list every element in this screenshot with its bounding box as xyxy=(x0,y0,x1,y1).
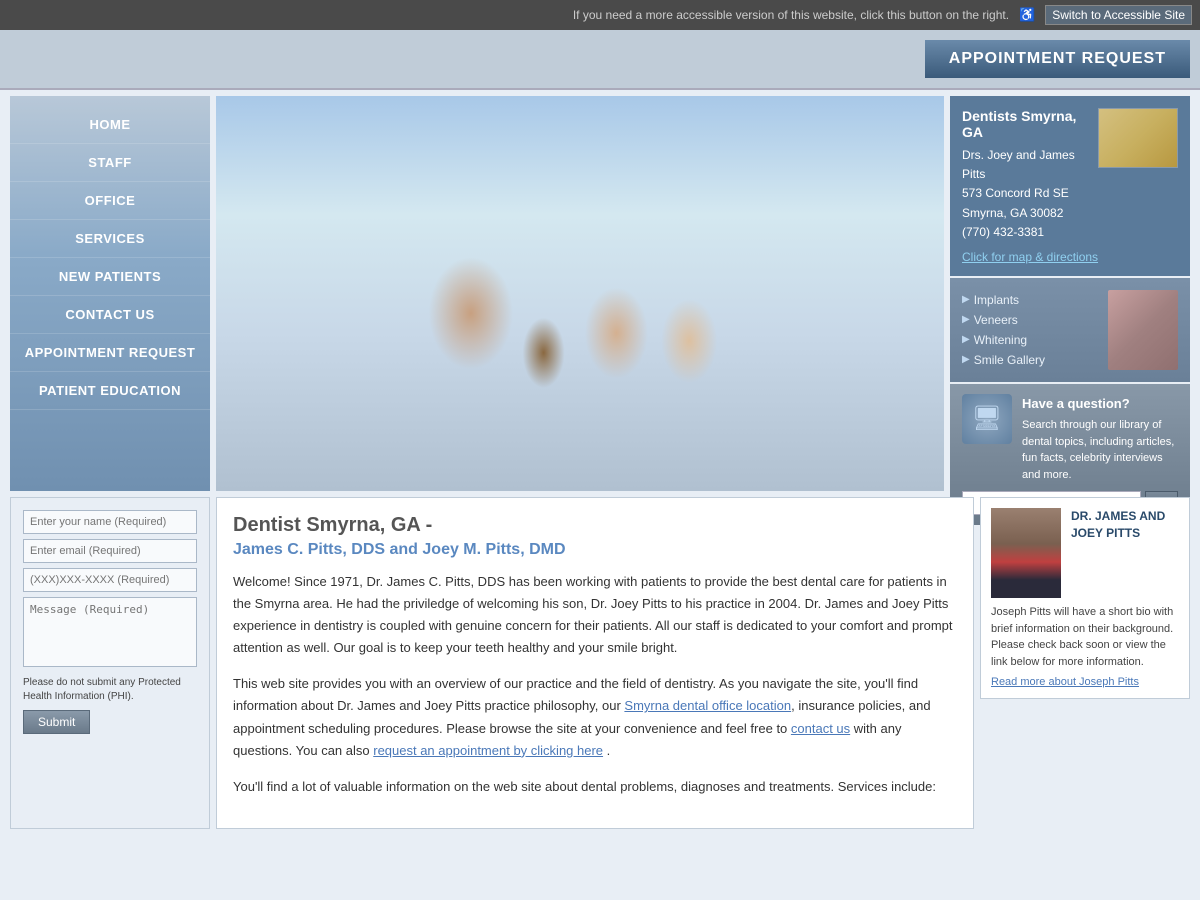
arrow-icon: ▶ xyxy=(962,314,970,325)
top-section: HOME STAFF OFFICE SERVICES NEW PATIENTS … xyxy=(10,96,1190,491)
service-label: Whitening xyxy=(974,333,1027,347)
hero-area xyxy=(216,96,944,491)
service-item-whitening[interactable]: ▶ Whitening xyxy=(962,330,1100,350)
monitor-icon: 🖥 xyxy=(962,394,1012,444)
name-input[interactable] xyxy=(23,510,197,534)
map-thumbnail xyxy=(1098,108,1178,168)
office-info: Dentists Smyrna, GA Drs. Joey and James … xyxy=(950,96,1190,276)
sidebar-item-services[interactable]: SERVICES xyxy=(10,220,210,258)
contact-form: Please do not submit any Protected Healt… xyxy=(10,497,210,829)
submit-button[interactable]: Submit xyxy=(23,710,90,734)
header: APPOINTMENT REQUEST xyxy=(0,30,1200,90)
sidebar-item-contact-us[interactable]: CONTACT US xyxy=(10,296,210,334)
bottom-section: Please do not submit any Protected Healt… xyxy=(10,497,1190,829)
email-input[interactable] xyxy=(23,539,197,563)
service-item-veneers[interactable]: ▶ Veneers xyxy=(962,310,1100,330)
service-label: Veneers xyxy=(974,313,1018,327)
phone-input[interactable] xyxy=(23,568,197,592)
phi-notice: Please do not submit any Protected Healt… xyxy=(23,676,197,704)
para2-end: . xyxy=(603,743,610,758)
sidebar-item-appt-request[interactable]: APPOINTMENT REQUEST xyxy=(10,334,210,372)
office-phone: (770) 432-3381 xyxy=(962,223,1178,242)
office-address1: 573 Concord Rd SE xyxy=(962,184,1178,203)
accessibility-bar: If you need a more accessible version of… xyxy=(0,0,1200,30)
right-panel: Dentists Smyrna, GA Drs. Joey and James … xyxy=(950,96,1190,491)
arrow-icon: ▶ xyxy=(962,354,970,365)
search-heading: Have a question? xyxy=(1022,394,1178,414)
message-input[interactable] xyxy=(23,597,197,667)
content-para-3: You'll find a lot of valuable informatio… xyxy=(233,776,957,798)
main-subtitle: James C. Pitts, DDS and Joey M. Pitts, D… xyxy=(233,541,957,559)
office-address2: Smyrna, GA 30082 xyxy=(962,204,1178,223)
arrow-icon: ▶ xyxy=(962,334,970,345)
sidebar-item-new-patients[interactable]: NEW PATIENTS xyxy=(10,258,210,296)
search-container: 🖥 Have a question? Search through our li… xyxy=(962,394,1178,484)
doctor-bio: Joseph Pitts will have a short bio with … xyxy=(991,604,1179,670)
services-panel: ▶ Implants ▶ Veneers ▶ Whitening ▶ Smile… xyxy=(950,278,1190,382)
doctor-photo xyxy=(991,508,1061,598)
content-para-1: Welcome! Since 1971, Dr. James C. Pitts,… xyxy=(233,571,957,659)
search-description: Search through our library of dental top… xyxy=(1022,419,1174,481)
content-para-2: This web site provides you with an overv… xyxy=(233,673,957,761)
main-container: HOME STAFF OFFICE SERVICES NEW PATIENTS … xyxy=(0,90,1200,829)
arrow-icon: ▶ xyxy=(962,294,970,305)
sidebar-item-home[interactable]: HOME xyxy=(10,106,210,144)
service-label: Implants xyxy=(974,293,1019,307)
main-title: Dentist Smyrna, GA - xyxy=(233,514,957,537)
doctor-sidebar: DR. JAMES AND JOEY PITTS Joseph Pitts wi… xyxy=(980,497,1190,829)
appointment-request-button-header[interactable]: APPOINTMENT REQUEST xyxy=(925,40,1190,78)
wheelchair-icon: ♿ xyxy=(1019,7,1035,23)
request-appt-link[interactable]: request an appointment by clicking here xyxy=(373,743,603,758)
doctor-card: DR. JAMES AND JOEY PITTS Joseph Pitts wi… xyxy=(980,497,1190,699)
read-more-link[interactable]: Read more about Joseph Pitts xyxy=(991,676,1179,688)
service-item-smile-gallery[interactable]: ▶ Smile Gallery xyxy=(962,350,1100,370)
sidebar-item-staff[interactable]: STAFF xyxy=(10,144,210,182)
services-photo xyxy=(1108,290,1178,370)
smyrna-office-link[interactable]: Smyrna dental office location xyxy=(624,698,791,713)
contact-us-link[interactable]: contact us xyxy=(791,721,850,736)
sidebar-item-office[interactable]: OFFICE xyxy=(10,182,210,220)
search-text: Have a question? Search through our libr… xyxy=(1022,394,1178,484)
service-label: Smile Gallery xyxy=(974,353,1045,367)
main-content: Dentist Smyrna, GA - James C. Pitts, DDS… xyxy=(216,497,974,829)
sidebar-item-patient-education[interactable]: PATIENT EDUCATION xyxy=(10,372,210,410)
family-photo xyxy=(216,96,944,491)
hero-image xyxy=(216,96,944,491)
sidebar: HOME STAFF OFFICE SERVICES NEW PATIENTS … xyxy=(10,96,210,491)
accessible-site-link[interactable]: Switch to Accessible Site xyxy=(1045,5,1192,25)
accessibility-text: If you need a more accessible version of… xyxy=(573,8,1009,22)
services-list: ▶ Implants ▶ Veneers ▶ Whitening ▶ Smile… xyxy=(962,290,1100,370)
map-directions-link[interactable]: Click for map & directions xyxy=(962,250,1178,264)
service-item-implants[interactable]: ▶ Implants xyxy=(962,290,1100,310)
